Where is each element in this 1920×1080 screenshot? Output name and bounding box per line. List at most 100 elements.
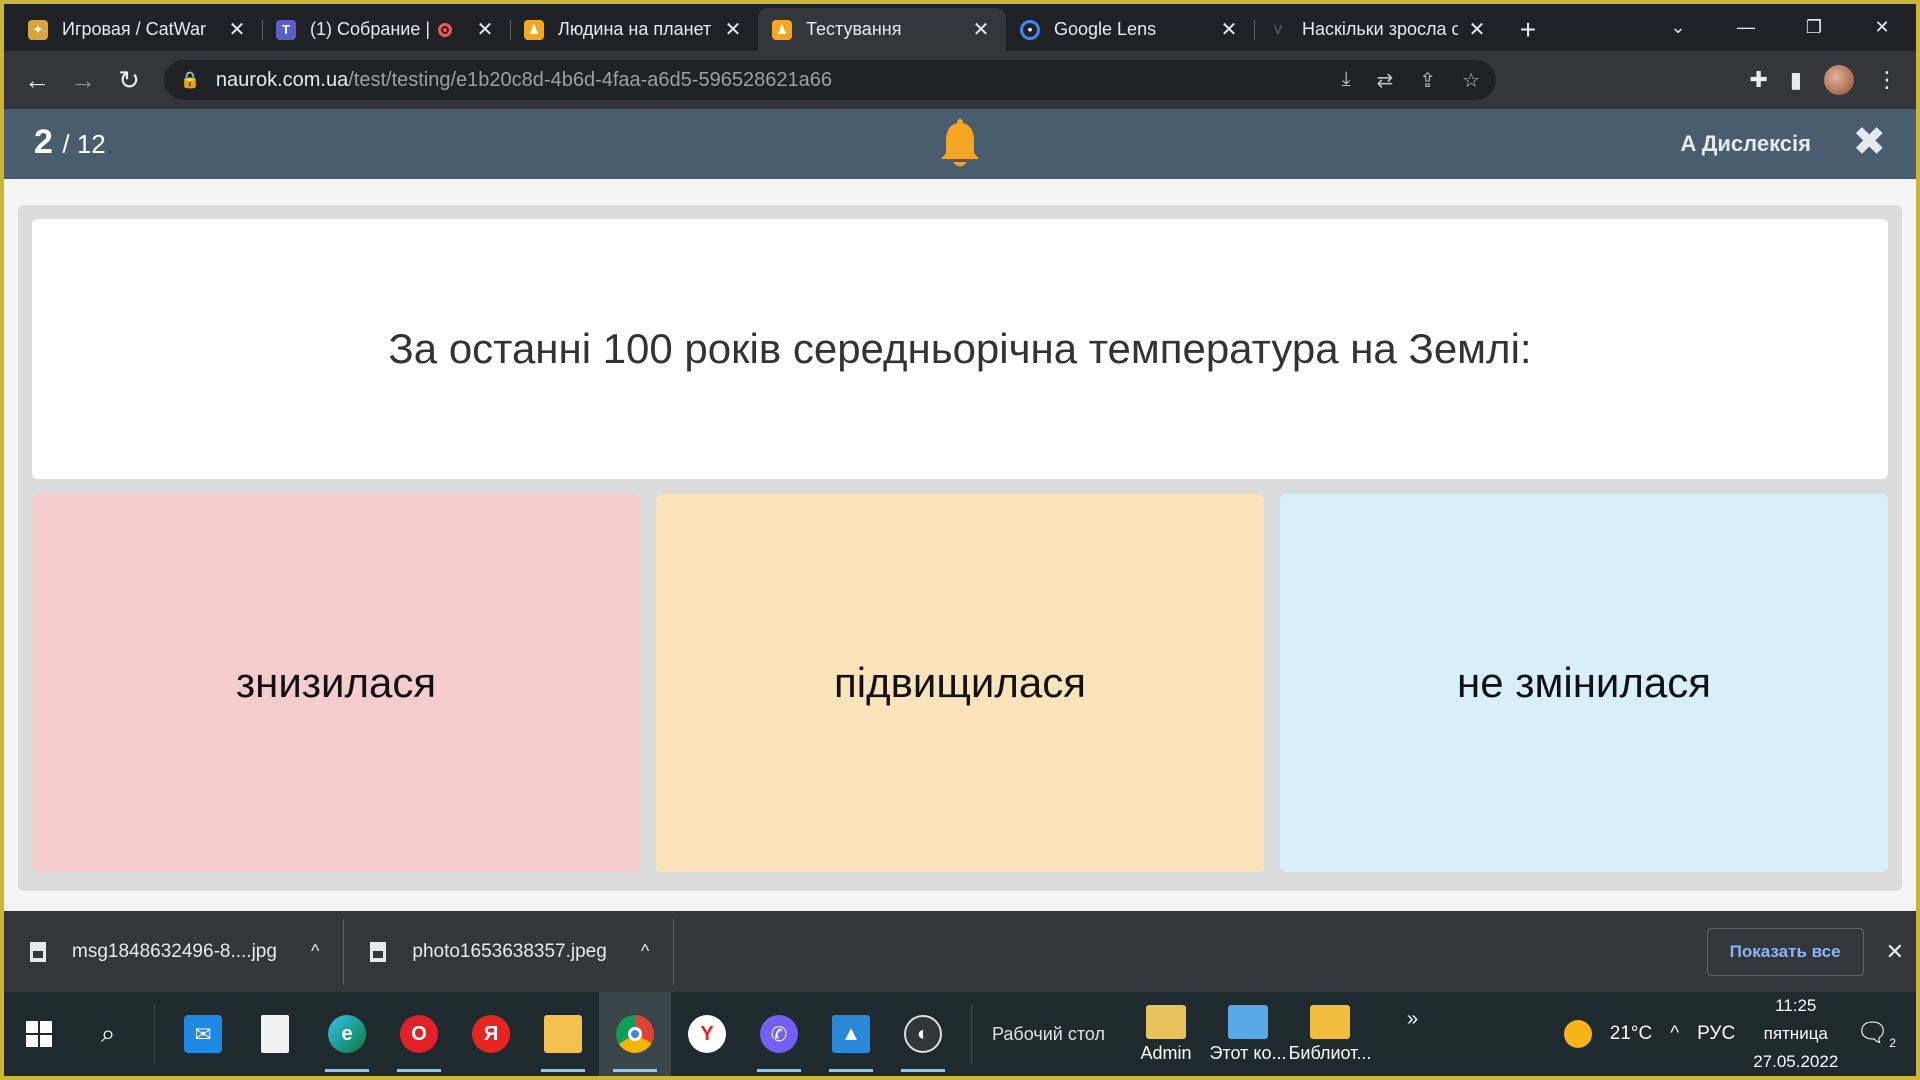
weather-temperature[interactable]: 21°C <box>1610 1023 1652 1045</box>
this-pc-folder[interactable]: Этот ко... <box>1207 1004 1289 1064</box>
profile-avatar[interactable] <box>1824 65 1854 95</box>
close-icon[interactable]: ✕ <box>1886 939 1904 965</box>
clock-time: 11:25 <box>1775 996 1817 1015</box>
mail-app-icon[interactable]: ✉ <box>167 992 239 1076</box>
close-icon[interactable]: ✕ <box>226 19 248 41</box>
close-icon[interactable]: ✕ <box>1466 19 1488 41</box>
toolbar-actions: ✚ ▮ ⋮ <box>1749 65 1906 95</box>
notes-app-icon[interactable] <box>239 992 311 1076</box>
quiz-body: За останні 100 років середньорічна темпе… <box>18 205 1902 891</box>
downloads-bar: msg1848632496-8....jpg ^ photo1653638357… <box>4 911 1916 992</box>
current-question: 2 <box>34 123 53 161</box>
restore-icon[interactable]: ❐ <box>1780 17 1848 38</box>
close-icon[interactable]: ✕ <box>1218 19 1240 41</box>
new-tab-button[interactable]: + <box>1508 8 1548 51</box>
close-icon[interactable]: ✕ <box>970 19 992 41</box>
page-content: 2 / 12 A Дислексія ✖ За останні 100 рокі… <box>4 109 1916 911</box>
notification-icon[interactable]: 🗨2 <box>1856 1017 1896 1050</box>
windows-logo-icon <box>26 1021 52 1047</box>
download-item[interactable]: photo1653638357.jpeg ^ <box>344 918 675 985</box>
dyslexia-toggle[interactable]: A Дислексія <box>1681 131 1811 157</box>
catwar-favicon-icon: ✦ <box>28 19 48 40</box>
opera-app-icon[interactable]: O <box>383 992 455 1076</box>
desktop-toolbar-label[interactable]: Рабочий стол <box>992 1024 1105 1045</box>
reload-icon[interactable]: ↻ <box>106 57 152 103</box>
teams-favicon-icon: T <box>276 19 296 40</box>
tab-title: Google Lens <box>1054 19 1157 39</box>
close-icon[interactable]: ✕ <box>722 19 744 41</box>
lock-icon[interactable]: 🔒 <box>180 70 200 90</box>
answer-option-2[interactable]: підвищилася <box>656 494 1264 872</box>
taskbar-divider <box>154 1004 155 1064</box>
share-icon[interactable]: ⇪ <box>1419 68 1436 93</box>
naurok-favicon-icon: ♟ <box>524 19 544 40</box>
obs-app-icon[interactable]: ◐ <box>887 992 959 1076</box>
chevron-up-icon[interactable]: ^ <box>311 941 319 962</box>
url-host: naurok.com.ua <box>215 68 349 91</box>
naurok-favicon-icon: ♟ <box>772 19 792 40</box>
browser-toolbar: ← → ↻ 🔒 naurok.com.ua/test/testing/e1b20… <box>4 51 1916 109</box>
chrome-app-icon[interactable] <box>599 992 671 1076</box>
tab-catwar[interactable]: ✦ Игровая / CatWar ✕ <box>14 8 262 51</box>
viber-app-icon[interactable]: ✆ <box>743 992 815 1076</box>
admin-folder[interactable]: Admin <box>1125 1004 1207 1064</box>
yandex-app-icon[interactable]: Я <box>455 992 527 1076</box>
translate-icon[interactable]: ⇄ <box>1377 68 1394 93</box>
photos-app-icon[interactable]: ▲ <box>815 992 887 1076</box>
tab-teams[interactable]: T (1) Собрание | ✕ <box>262 8 510 51</box>
search-icon[interactable]: ⌕ <box>74 1018 142 1050</box>
tab-testing[interactable]: ♟ Тестування ✕ <box>758 8 1006 51</box>
download-filename: msg1848632496-8....jpg <box>72 940 277 962</box>
address-bar[interactable]: 🔒 naurok.com.ua/test/testing/e1b20c8d-4b… <box>164 60 1496 100</box>
answer-option-3[interactable]: не змінилася <box>1280 494 1888 872</box>
folder-label: Admin <box>1140 1042 1192 1063</box>
site-favicon-icon: V <box>1268 19 1288 40</box>
total-questions: / 12 <box>62 129 106 159</box>
answer-option-1[interactable]: знизилася <box>32 494 640 872</box>
file-explorer-app-icon[interactable] <box>527 992 599 1076</box>
notification-count: 2 <box>1889 1036 1896 1051</box>
minimize-icon[interactable]: — <box>1712 17 1780 38</box>
library-folder-icon <box>1310 1004 1350 1039</box>
folder-label: Библиот... <box>1288 1042 1372 1063</box>
chevron-up-icon[interactable]: ^ <box>1670 1023 1679 1045</box>
clock-weekday: пятница <box>1763 1024 1828 1043</box>
language-indicator[interactable]: РУС <box>1697 1023 1735 1045</box>
windows-taskbar: ⌕ ✉ e O Я Y ✆ ▲ ◐ Рабочий стол Admin Это… <box>4 992 1916 1076</box>
computer-icon <box>1228 1004 1268 1039</box>
window-close-icon[interactable]: ✕ <box>1848 17 1916 38</box>
folder-label: Этот ко... <box>1209 1042 1287 1063</box>
install-app-icon[interactable]: ⤓ <box>1342 68 1351 93</box>
browser-tabstrip: ✦ Игровая / CatWar ✕ T (1) Собрание | ✕ … <box>4 4 1916 51</box>
clock-date: 27.05.2022 <box>1753 1052 1839 1071</box>
libraries-folder[interactable]: Библиот... <box>1288 1004 1372 1064</box>
tab-title: Тестування <box>806 19 902 39</box>
forward-icon[interactable]: → <box>60 57 106 103</box>
tab-naurok-lesson[interactable]: ♟ Людина на планет ✕ <box>510 8 758 51</box>
close-icon[interactable]: ✖ <box>1852 119 1886 165</box>
bell-icon[interactable] <box>938 119 982 171</box>
clock[interactable]: 11:25 пятница 27.05.2022 <box>1753 992 1838 1076</box>
url-path: /test/testing/e1b20c8d-4b6d-4faa-a6d5-59… <box>348 68 832 91</box>
back-icon[interactable]: ← <box>14 57 60 103</box>
close-icon[interactable]: ✕ <box>474 19 496 41</box>
side-panel-icon[interactable]: ▮ <box>1790 67 1802 93</box>
double-chevron-icon[interactable]: » <box>1407 1008 1418 1031</box>
bookmark-star-icon[interactable]: ☆ <box>1462 68 1480 93</box>
quiz-header: 2 / 12 A Дислексія ✖ <box>4 109 1916 179</box>
edge-app-icon[interactable]: e <box>311 992 383 1076</box>
taskbar-divider <box>971 1004 972 1064</box>
windows-start-icon[interactable] <box>4 1021 74 1047</box>
system-tray: 21°C ^ РУС 11:25 пятница 27.05.2022 🗨2 <box>1563 992 1916 1076</box>
weather-sun-icon[interactable] <box>1563 1020 1592 1048</box>
tab-search-icon[interactable]: ⌄ <box>1644 17 1712 38</box>
download-item[interactable]: msg1848632496-8....jpg ^ <box>4 918 345 985</box>
menu-icon[interactable]: ⋮ <box>1876 67 1898 93</box>
question-counter: 2 / 12 <box>34 123 106 162</box>
tab-article[interactable]: V Наскільки зросла с ✕ <box>1254 8 1502 51</box>
show-all-downloads-button[interactable]: Показать все <box>1706 927 1864 976</box>
tab-google-lens[interactable]: • Google Lens ✕ <box>1006 8 1254 51</box>
extensions-icon[interactable]: ✚ <box>1749 67 1767 93</box>
chevron-up-icon[interactable]: ^ <box>641 941 649 962</box>
yandex-browser-app-icon[interactable]: Y <box>671 992 743 1076</box>
